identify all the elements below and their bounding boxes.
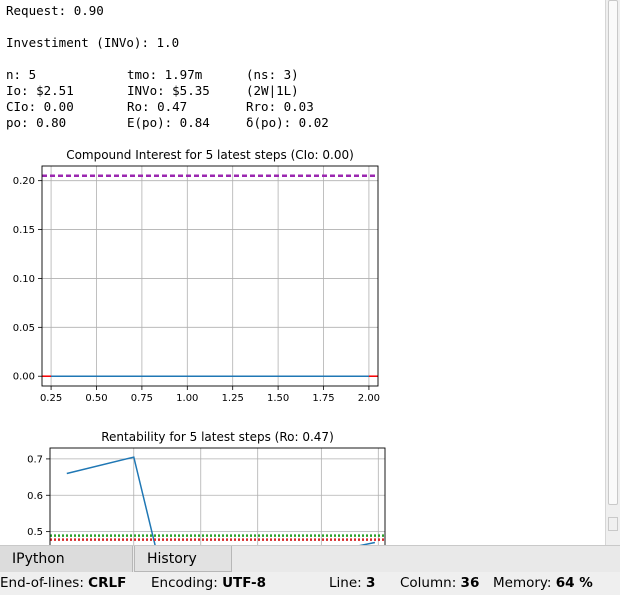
encoding-value: UTF-8 — [222, 575, 267, 591]
x-tick-label: 0.50 — [85, 393, 107, 404]
eol-status: End-of-lines: CRLF — [0, 572, 126, 595]
chart-title: Compound Interest for 5 latest steps (CI… — [66, 148, 354, 162]
investment-line: Investiment (INVo): 1.0 — [6, 35, 180, 50]
console-output-pane[interactable]: Request: 0.90 Investiment (INVo): 1.0 n:… — [0, 0, 605, 545]
rentability-chart: Rentability for 5 latest steps (Ro: 0.47… — [27, 430, 386, 545]
encoding-status: Encoding: UTF-8 — [151, 572, 266, 595]
status-bar: End-of-lines: CRLF Encoding: UTF-8 Line:… — [0, 572, 620, 595]
column-value: 36 — [460, 575, 480, 591]
y-tick-label: 0.05 — [13, 323, 35, 334]
memory-value: 64 % — [555, 575, 593, 591]
stat-tmo: tmo: 1.97m — [127, 67, 203, 82]
y-tick-label: 0.6 — [27, 491, 43, 502]
pane-tab-bar: IPython console History log — [0, 545, 620, 593]
stat-po: po: 0.80 — [6, 115, 67, 130]
plot-frame — [41, 165, 379, 387]
y-tick-label: 0.20 — [13, 176, 35, 187]
chart-title: Rentability for 5 latest steps (Ro: 0.47… — [101, 430, 334, 444]
stat-wl: (2W|1L) — [246, 83, 299, 98]
scroll-down-arrow[interactable] — [608, 517, 618, 531]
eol-label: End-of-lines: — [0, 575, 84, 591]
column-label: Column: — [400, 575, 457, 591]
memory-status: Memory: 64 % — [493, 572, 593, 595]
y-tick-label: 0.5 — [27, 527, 43, 538]
x-tick-label: 1.75 — [312, 393, 334, 404]
x-tick-label: 1.50 — [267, 393, 289, 404]
stat-io: Io: $2.51 — [6, 83, 74, 98]
stat-delta-po: δ(po): 0.02 — [246, 115, 329, 130]
stat-rro: Rro: 0.03 — [246, 99, 314, 114]
stat-ns: (ns: 3) — [246, 67, 299, 82]
x-tick-label: 1.00 — [176, 393, 198, 404]
y-tick-label: 0.00 — [13, 372, 35, 383]
stat-epo: E(po): 0.84 — [127, 115, 210, 130]
tab-history-log[interactable]: History log — [134, 546, 232, 593]
column-status: Column: 36 — [400, 572, 479, 595]
x-tick-label: 0.25 — [40, 393, 62, 404]
plot-frame — [49, 447, 386, 545]
line-status: Line: 3 — [329, 572, 375, 595]
stat-n: n: 5 — [6, 67, 37, 82]
memory-label: Memory: — [493, 575, 552, 591]
line-value: 3 — [365, 575, 376, 591]
y-tick-label: 0.7 — [27, 454, 43, 465]
line-label: Line: — [329, 575, 362, 591]
stat-cio: CIo: 0.00 — [6, 99, 74, 114]
x-tick-label: 2.00 — [358, 393, 380, 404]
stat-ro: Ro: 0.47 — [127, 99, 188, 114]
x-tick-label: 1.25 — [222, 393, 244, 404]
stat-invo: INVo: $5.35 — [127, 83, 210, 98]
x-tick-label: 0.75 — [131, 393, 153, 404]
eol-value: CRLF — [88, 575, 127, 591]
encoding-label: Encoding: — [151, 575, 218, 591]
compound-interest-chart: Compound Interest for 5 latest steps (CI… — [13, 148, 380, 404]
y-tick-label: 0.15 — [13, 225, 35, 236]
request-line: Request: 0.90 — [6, 3, 104, 18]
y-tick-label: 0.10 — [13, 274, 35, 285]
tab-ipython-console[interactable]: IPython console — [0, 546, 133, 593]
console-scrollbar[interactable] — [605, 0, 620, 545]
scrollbar-thumb[interactable] — [608, 0, 618, 505]
